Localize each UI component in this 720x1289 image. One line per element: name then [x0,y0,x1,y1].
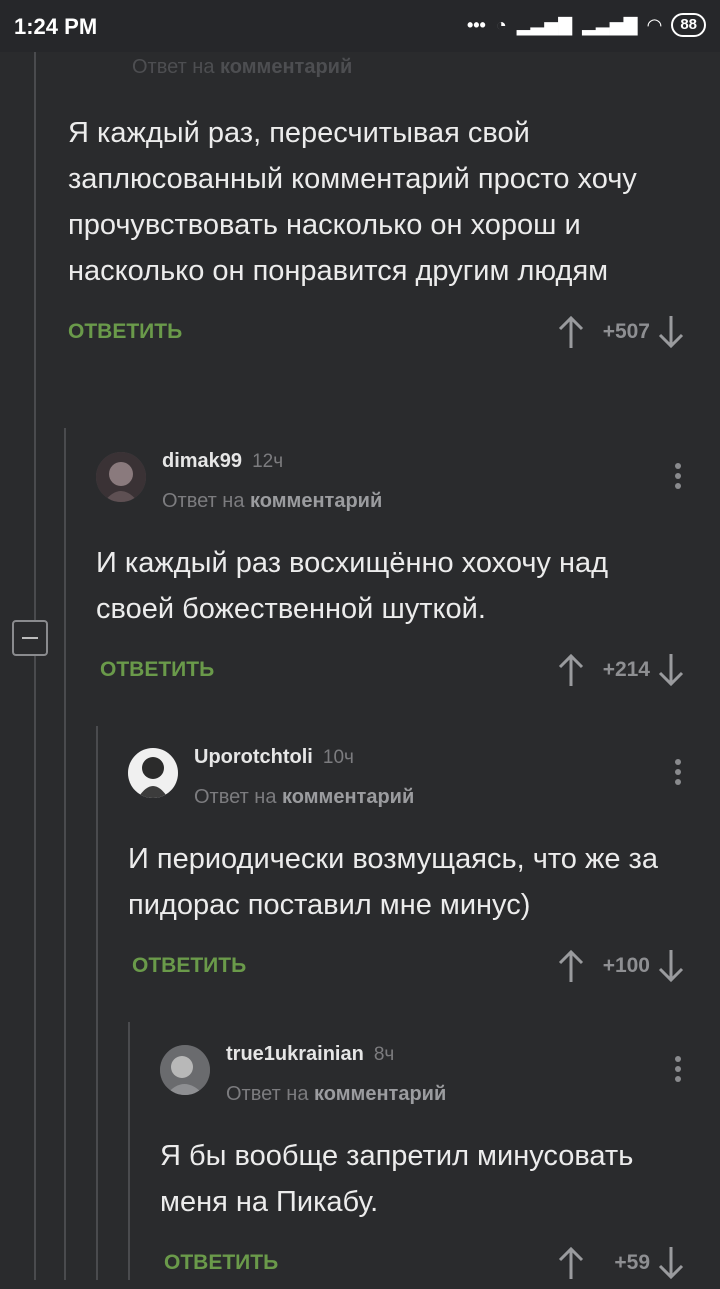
reply-button[interactable]: ОТВЕТИТЬ [100,658,214,682]
comment-author[interactable]: true1ukrainian 8ч [226,1043,394,1066]
alarm-icon: ◔ [495,14,507,35]
reply-to[interactable]: Ответ на комментарий [194,786,414,809]
comment-footer: ОТВЕТИТЬ +100 [132,942,688,992]
comment-header: Uporotchtoli 10ч Ответ на комментарий [128,746,688,836]
comment-footer: ОТВЕТИТЬ +59 [164,1239,688,1289]
comment-footer: ОТВЕТИТЬ +507 [68,308,688,358]
comment-score: +59 [614,1251,650,1274]
comment-footer: ОТВЕТИТЬ +214 [100,646,688,696]
upvote-icon[interactable] [554,314,588,350]
avatar[interactable] [96,452,146,502]
comment-age: 10ч [322,747,354,768]
status-bar: 1:24 PM ••• ◔ ▂▃▅▇ ▂▃▅▇ ◠ 88 [0,0,720,52]
comment: true1ukrainian 8ч Ответ на комментарий Я … [160,1043,688,1289]
reply-button[interactable]: ОТВЕТИТЬ [164,1251,278,1275]
upvote-icon[interactable] [554,1245,588,1281]
previous-reply-to: Ответ на комментарий [132,56,353,78]
upvote-icon[interactable] [554,652,588,688]
more-vert-icon[interactable] [668,756,688,792]
comment-age: 8ч [373,1044,395,1065]
downvote-icon[interactable] [654,948,688,984]
comment-author[interactable]: dimak99 12ч [162,450,283,473]
comment-score: +214 [602,658,650,681]
comment-header: dimak99 12ч Ответ на комментарий [96,450,688,540]
upvote-icon[interactable] [554,948,588,984]
reply-button[interactable]: ОТВЕТИТЬ [68,320,182,344]
comment: Uporotchtoli 10ч Ответ на комментарий И п… [128,746,688,992]
comment-score: +507 [602,320,650,343]
comment-text: Я каждый раз, пересчитывая свой заплюсов… [68,117,637,287]
downvote-icon[interactable] [654,652,688,688]
status-icons: ••• ◔ ▂▃▅▇ ▂▃▅▇ ◠ 88 [467,13,706,37]
reply-button[interactable]: ОТВЕТИТЬ [132,954,246,978]
comment: dimak99 12ч Ответ на комментарий И каждый… [96,450,688,696]
comment-author[interactable]: Uporotchtoli 10ч [194,746,354,769]
comment: Я каждый раз, пересчитывая свой заплюсов… [68,110,688,358]
comment-age: 12ч [252,451,284,472]
reply-to[interactable]: Ответ на комментарий [226,1083,446,1106]
comment-text: Я бы вообще запретил минусовать меня на … [160,1140,634,1218]
thread-line [64,428,66,1280]
comment-text: И каждый раз восхищённо хохочу над своей… [96,547,609,625]
avatar[interactable] [160,1045,210,1095]
thread-line [128,1022,130,1280]
avatar[interactable] [128,748,178,798]
signal-icon: ▂▃▅▇ [582,14,638,35]
status-time: 1:24 PM [14,14,98,39]
thread-line [96,726,98,1280]
downvote-icon[interactable] [654,314,688,350]
more-vert-icon[interactable] [668,1053,688,1089]
battery-icon: 88 [671,13,706,37]
comment-text: И периодически возмущаясь, что же за пид… [128,843,658,921]
wifi-icon: ◠ [647,14,662,35]
thread-line [34,52,36,1280]
reply-to[interactable]: Ответ на комментарий [162,490,382,513]
more-icon: ••• [466,14,486,35]
more-vert-icon[interactable] [668,460,688,496]
signal-icon: ▂▃▅▇ [516,14,573,35]
downvote-icon[interactable] [654,1245,688,1281]
comment-header: true1ukrainian 8ч Ответ на комментарий [160,1043,688,1133]
collapse-thread-button[interactable] [12,620,48,656]
comment-score: +100 [602,954,650,977]
